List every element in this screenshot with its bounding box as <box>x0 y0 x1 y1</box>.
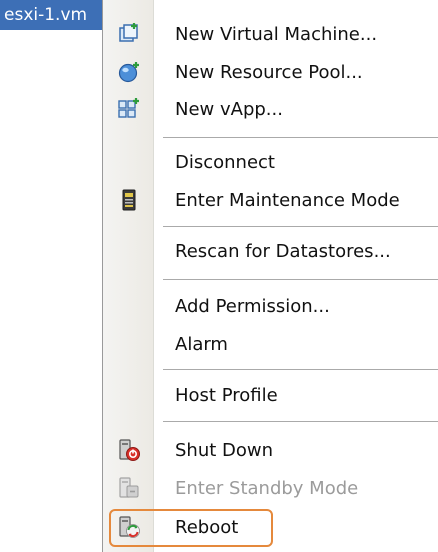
shutdown-icon <box>119 439 140 461</box>
menu-item-add-permission[interactable]: Add Permission... <box>103 288 438 325</box>
new-vm-icon <box>119 23 138 42</box>
standby-icon <box>119 477 139 498</box>
menu-item-enter-standby-mode[interactable]: Enter Standby Mode <box>103 470 438 507</box>
menu-item-enter-maintenance-mode[interactable]: Enter Maintenance Mode <box>103 182 438 219</box>
menu-item-new-virtual-machine[interactable]: New Virtual Machine... <box>103 16 438 53</box>
reboot-icon <box>119 516 140 538</box>
menu-separator <box>163 421 438 422</box>
menu-item-label: Shut Down <box>175 440 274 461</box>
resource-pool-icon <box>118 62 139 83</box>
menu-item-new-vapp[interactable]: New vApp... <box>103 91 438 128</box>
menu-item-label: Disconnect <box>175 152 275 173</box>
menu-item-label: New Virtual Machine... <box>175 24 378 45</box>
menu-item-label: Enter Maintenance Mode <box>175 190 400 211</box>
menu-item-label: Enter Standby Mode <box>175 478 359 499</box>
menu-item-label: New vApp... <box>175 99 283 120</box>
menu-item-label: Reboot <box>175 517 239 538</box>
context-menu: New Virtual Machine... New Resource Pool… <box>102 0 438 552</box>
menu-item-rescan-for-datastores[interactable]: Rescan for Datastores... <box>103 233 438 270</box>
menu-item-label: Host Profile <box>175 385 278 406</box>
menu-item-alarm[interactable]: Alarm <box>103 326 438 363</box>
menu-item-shut-down[interactable]: Shut Down <box>103 432 438 469</box>
menu-separator <box>163 369 438 370</box>
host-tree-node-label[interactable]: esxi-1.vm <box>0 0 110 30</box>
menu-item-label: Alarm <box>175 334 228 355</box>
menu-item-label: New Resource Pool... <box>175 62 363 83</box>
menu-separator <box>163 279 438 280</box>
menu-item-host-profile[interactable]: Host Profile <box>103 377 438 414</box>
menu-item-label: Add Permission... <box>175 296 330 317</box>
menu-item-disconnect[interactable]: Disconnect <box>103 144 438 181</box>
menu-item-label: Rescan for Datastores... <box>175 241 391 262</box>
menu-separator <box>163 137 438 138</box>
menu-item-new-resource-pool[interactable]: New Resource Pool... <box>103 54 438 91</box>
maintenance-icon <box>122 189 136 211</box>
vapp-icon <box>118 98 139 118</box>
menu-separator <box>163 226 438 227</box>
menu-item-reboot[interactable]: Reboot <box>103 509 438 546</box>
